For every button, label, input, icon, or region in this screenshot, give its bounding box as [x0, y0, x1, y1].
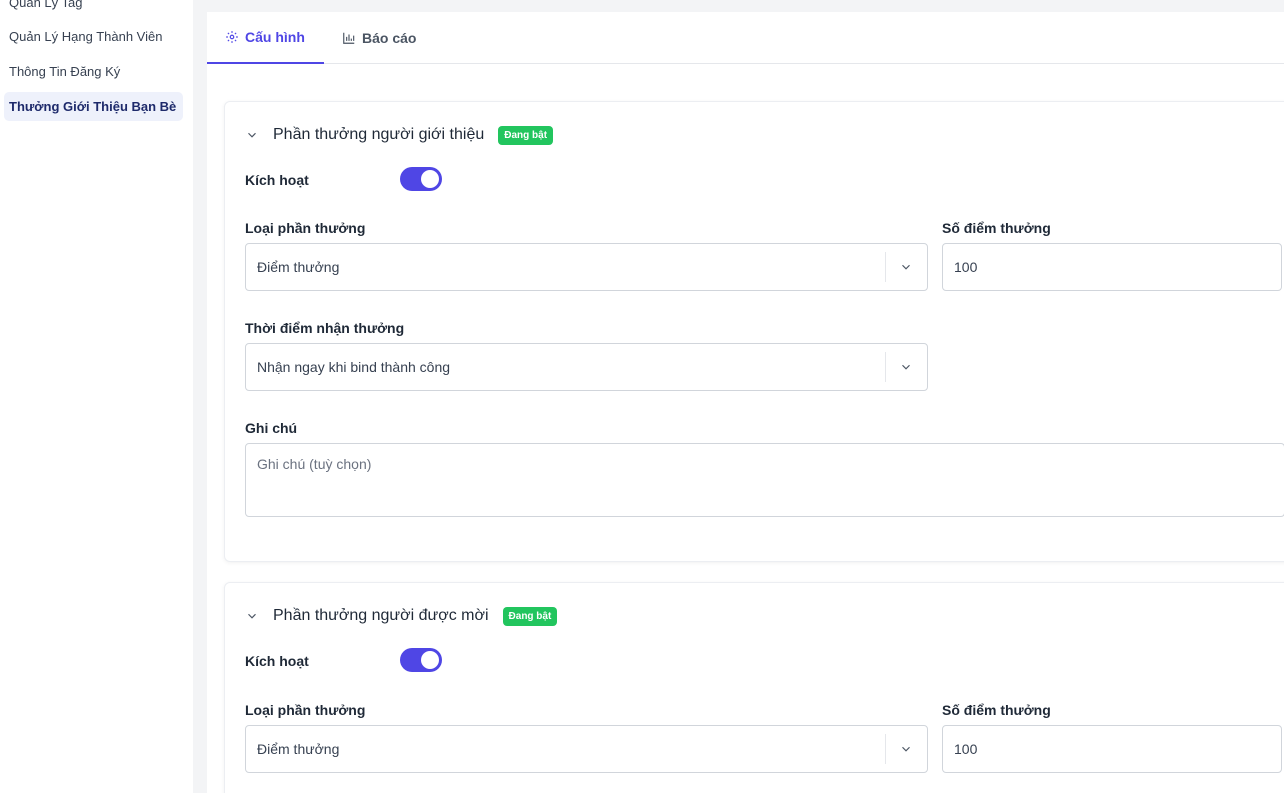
select-divider [885, 352, 886, 382]
points-label: Số điểm thưởng [942, 220, 1051, 236]
chevron-down-icon [902, 264, 910, 270]
timing-value: Nhận ngay khi bind thành công [257, 359, 451, 375]
tab-config[interactable]: Cấu hình [207, 12, 324, 64]
note-textarea[interactable]: Ghi chú (tuỳ chọn) [245, 443, 1284, 517]
invitee-reward-card: Phần thưởng người được mời Đang bật Kích… [224, 582, 1284, 793]
tab-bar: Cấu hình Báo cáo [207, 12, 1284, 64]
chevron-down-icon [902, 364, 910, 370]
activate-label: Kích hoạt [245, 172, 309, 188]
gear-icon [226, 31, 238, 43]
sidebar: Quản Lý Tag Quản Lý Hạng Thành Viên Thôn… [0, 0, 193, 793]
timing-label: Thời điểm nhận thưởng [245, 320, 405, 336]
chevron-down-icon[interactable] [245, 609, 259, 623]
select-divider [885, 734, 886, 764]
select-divider [885, 252, 886, 282]
main-panel: Cấu hình Báo cáo Phần thưởng người giới … [207, 12, 1284, 793]
activate-label: Kích hoạt [245, 653, 309, 669]
status-badge: Đang bật [502, 606, 558, 626]
activate-toggle[interactable] [400, 648, 442, 672]
points-label: Số điểm thưởng [942, 702, 1051, 718]
tab-config-label: Cấu hình [245, 29, 305, 45]
referrer-reward-header[interactable]: Phần thưởng người giới thiệu Đang bật [245, 122, 554, 148]
sidebar-item-referral-rewards[interactable]: Thưởng Giới Thiệu Bạn Bè [4, 92, 183, 121]
points-input[interactable]: 100 [942, 725, 1282, 773]
status-badge: Đang bật [498, 125, 554, 145]
reward-type-value: Điểm thưởng [257, 259, 340, 275]
timing-select[interactable]: Nhận ngay khi bind thành công [245, 343, 928, 391]
referrer-reward-card: Phần thưởng người giới thiệu Đang bật Kí… [224, 101, 1284, 562]
tab-report-label: Báo cáo [362, 30, 417, 46]
card-title: Phần thưởng người được mời [273, 607, 489, 624]
toggle-knob [421, 170, 439, 188]
sidebar-item-tags[interactable]: Quản Lý Tag [4, 0, 183, 17]
sidebar-item-member-tiers[interactable]: Quản Lý Hạng Thành Viên [4, 22, 183, 51]
toggle-knob [421, 651, 439, 669]
reward-type-label: Loại phần thưởng [245, 220, 366, 236]
bar-chart-icon [343, 32, 355, 44]
activate-toggle[interactable] [400, 167, 442, 191]
reward-type-label: Loại phần thưởng [245, 702, 366, 718]
chevron-down-icon [902, 746, 910, 752]
reward-type-select[interactable]: Điểm thưởng [245, 725, 928, 773]
invitee-reward-header[interactable]: Phần thưởng người được mời Đang bật [245, 603, 558, 629]
chevron-down-icon[interactable] [245, 128, 259, 142]
reward-type-select[interactable]: Điểm thưởng [245, 243, 928, 291]
reward-type-value: Điểm thưởng [257, 741, 340, 757]
sidebar-item-registration-info[interactable]: Thông Tin Đăng Ký [4, 57, 183, 86]
points-input[interactable]: 100 [942, 243, 1282, 291]
card-title: Phần thưởng người giới thiệu [273, 126, 485, 143]
tab-report[interactable]: Báo cáo [324, 12, 434, 64]
note-label: Ghi chú [245, 420, 298, 436]
